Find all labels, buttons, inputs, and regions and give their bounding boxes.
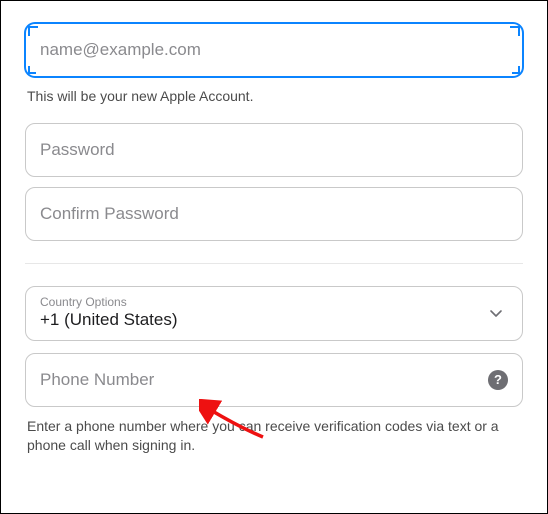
country-select-value: +1 (United States)	[40, 310, 178, 329]
confirm-password-input[interactable]	[40, 204, 508, 224]
section-divider	[25, 263, 523, 264]
phone-helper-text: Enter a phone number where you can recei…	[27, 417, 523, 456]
confirm-password-field-wrapper[interactable]	[25, 187, 523, 241]
phone-field-wrapper[interactable]: ?	[25, 353, 523, 407]
country-select-label: Country Options	[40, 295, 508, 309]
email-input[interactable]	[40, 40, 508, 60]
password-input[interactable]	[40, 140, 508, 160]
country-select[interactable]: Country Options +1 (United States)	[25, 286, 523, 341]
email-field-wrapper[interactable]	[25, 23, 523, 77]
phone-input[interactable]	[40, 370, 474, 390]
help-icon[interactable]: ?	[488, 370, 508, 390]
signup-form: This will be your new Apple Account. Cou…	[0, 0, 548, 514]
password-field-wrapper[interactable]	[25, 123, 523, 177]
email-helper-text: This will be your new Apple Account.	[27, 87, 523, 107]
chevron-down-icon	[488, 305, 504, 321]
